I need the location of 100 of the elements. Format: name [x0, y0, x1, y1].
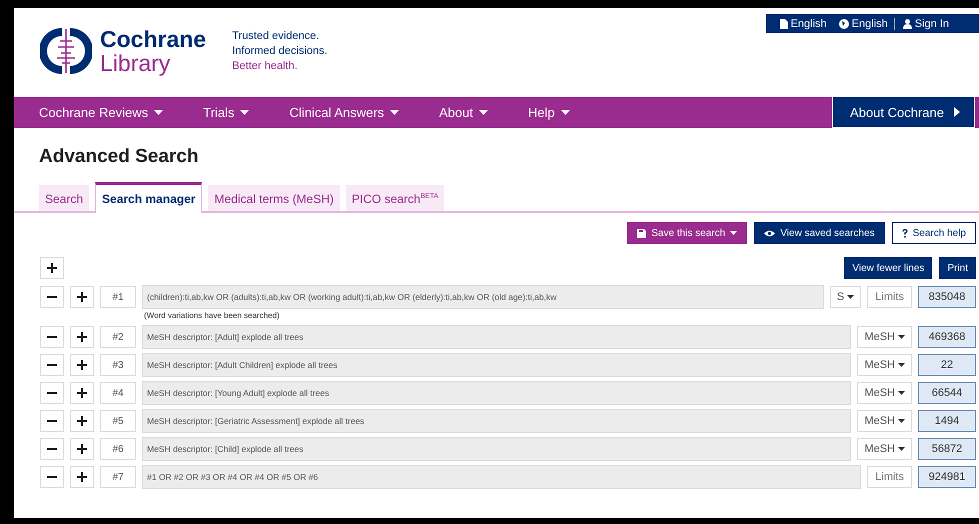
tagline-text: Trusted evidence. [232, 28, 320, 44]
document-icon [780, 18, 788, 28]
result-count[interactable]: 56872 [918, 438, 976, 460]
query-field[interactable]: MeSH descriptor: [Geriatric Assessment] explode all trees [142, 409, 852, 433]
add-line-button[interactable] [40, 257, 64, 279]
query-field[interactable]: MeSH descriptor: [Young Adult] explode all trees [142, 381, 852, 405]
minus-icon [47, 392, 57, 394]
minus-icon [47, 476, 57, 478]
tagline-text: Informed decisions. [232, 44, 328, 58]
line-number: #4 [100, 382, 136, 404]
plus-icon [47, 263, 57, 273]
field-dropdown[interactable]: MeSH [857, 382, 912, 404]
logo-wordmark: Cochrane [100, 27, 206, 51]
plus-icon [77, 332, 87, 342]
minus-icon [47, 448, 57, 450]
caret-icon [240, 110, 250, 115]
add-line-button[interactable] [70, 286, 94, 308]
add-line-button[interactable] [70, 326, 94, 348]
limits-button[interactable]: Limits [867, 466, 912, 488]
plus-icon [77, 444, 87, 454]
caret-icon [560, 110, 570, 115]
nav-menu-item[interactable]: Clinical Answers [289, 97, 400, 128]
plus-icon [77, 292, 87, 302]
eye-icon [764, 230, 776, 236]
remove-line-button[interactable] [40, 382, 64, 404]
add-line-button[interactable] [70, 382, 94, 404]
caret-icon [898, 363, 905, 367]
toolbar-button[interactable]: View fewer lines [844, 257, 932, 279]
query-field[interactable]: #1 OR #2 OR #3 OR #4 OR #4 OR #5 OR #6 [142, 465, 862, 489]
page-title: Advanced Search [39, 146, 200, 169]
field-dropdown[interactable]: MeSH [857, 354, 912, 376]
about-cochrane-link[interactable]: About Cochrane [832, 97, 975, 128]
remove-line-button[interactable] [40, 438, 64, 460]
limits-button[interactable]: Limits [867, 286, 912, 308]
minus-icon [47, 296, 57, 298]
remove-line-button[interactable] [40, 354, 64, 376]
query-field[interactable]: MeSH descriptor: [Child] explode all trees [142, 437, 852, 461]
utility-link[interactable]: Sign In [894, 18, 955, 30]
logo-icon [40, 25, 92, 77]
field-dropdown[interactable]: MeSH [857, 410, 912, 432]
plus-icon [77, 360, 87, 370]
nav-menu-item[interactable]: Cochrane Reviews [39, 97, 164, 128]
line-number: #2 [100, 326, 136, 348]
query-field[interactable]: MeSH descriptor: [Adult Children] explode all trees [142, 353, 852, 377]
remove-line-button[interactable] [40, 326, 64, 348]
result-count[interactable]: 22 [918, 354, 976, 376]
tab[interactable]: Medical terms (MeSH) [208, 185, 340, 211]
action-button[interactable]: Save this search [627, 222, 748, 244]
tab[interactable]: PICO search$^{BETA}$ [346, 185, 444, 211]
result-count[interactable]: 1494 [918, 410, 976, 432]
caret-icon [154, 110, 164, 115]
action-button[interactable]: Search help [892, 222, 976, 244]
minus-icon [47, 336, 57, 338]
add-line-button[interactable] [70, 354, 94, 376]
caret-icon [390, 110, 400, 115]
caret-icon [954, 107, 960, 117]
line-number: #5 [100, 410, 136, 432]
plus-icon [77, 388, 87, 398]
caret-icon [898, 391, 905, 395]
help-icon [902, 228, 908, 238]
line-number: #6 [100, 438, 136, 460]
caret-icon [847, 295, 854, 299]
result-count[interactable]: 835048 [918, 286, 976, 308]
nav-menu-item[interactable]: About [439, 97, 488, 128]
tab[interactable]: Search manager [95, 182, 202, 213]
utility-link[interactable]: English [774, 18, 833, 30]
add-line-button[interactable] [70, 466, 94, 488]
toolbar-button[interactable]: Print [939, 257, 976, 279]
plus-icon [77, 472, 87, 482]
caret-icon [898, 419, 905, 423]
tab[interactable]: Search [39, 185, 90, 211]
result-count[interactable]: 924981 [918, 466, 976, 488]
remove-line-button[interactable] [40, 410, 64, 432]
nav-menu-item[interactable]: Help [528, 97, 570, 128]
line-number: #7 [100, 466, 136, 488]
user-icon [902, 18, 912, 28]
utility-link[interactable]: English [832, 18, 894, 30]
query-field[interactable]: (children):ti,ab,kw OR (adults):ti,ab,kw OR (working adult):ti,ab,kw OR (elderly):ti,ab,kw OR (old age):ti,ab,kw [142, 285, 824, 309]
field-dropdown[interactable]: MeSH [857, 438, 912, 460]
nav-menu-item[interactable]: Trials [203, 97, 250, 128]
field-dropdown[interactable]: S [830, 286, 862, 308]
logo-wordmark: Library [100, 51, 172, 75]
caret-icon [898, 447, 905, 451]
add-line-button[interactable] [70, 410, 94, 432]
result-count[interactable]: 66544 [918, 382, 976, 404]
add-line-button[interactable] [70, 438, 94, 460]
line-number: #3 [100, 354, 136, 376]
tagline-text: Better health. [232, 58, 299, 74]
query-field[interactable]: MeSH descriptor: [Adult] explode all trees [142, 325, 852, 349]
remove-line-button[interactable] [40, 286, 64, 308]
note-text: (Word variations have been searched) [143, 310, 280, 320]
caret-icon [730, 231, 738, 235]
action-button[interactable]: View saved searches [754, 222, 885, 244]
plus-icon [77, 416, 87, 426]
remove-line-button[interactable] [40, 466, 64, 488]
minus-icon [47, 364, 57, 366]
caret-icon [898, 335, 905, 339]
result-count[interactable]: 469368 [918, 326, 976, 348]
field-dropdown[interactable]: MeSH [857, 326, 912, 348]
line-number: #1 [100, 286, 136, 308]
